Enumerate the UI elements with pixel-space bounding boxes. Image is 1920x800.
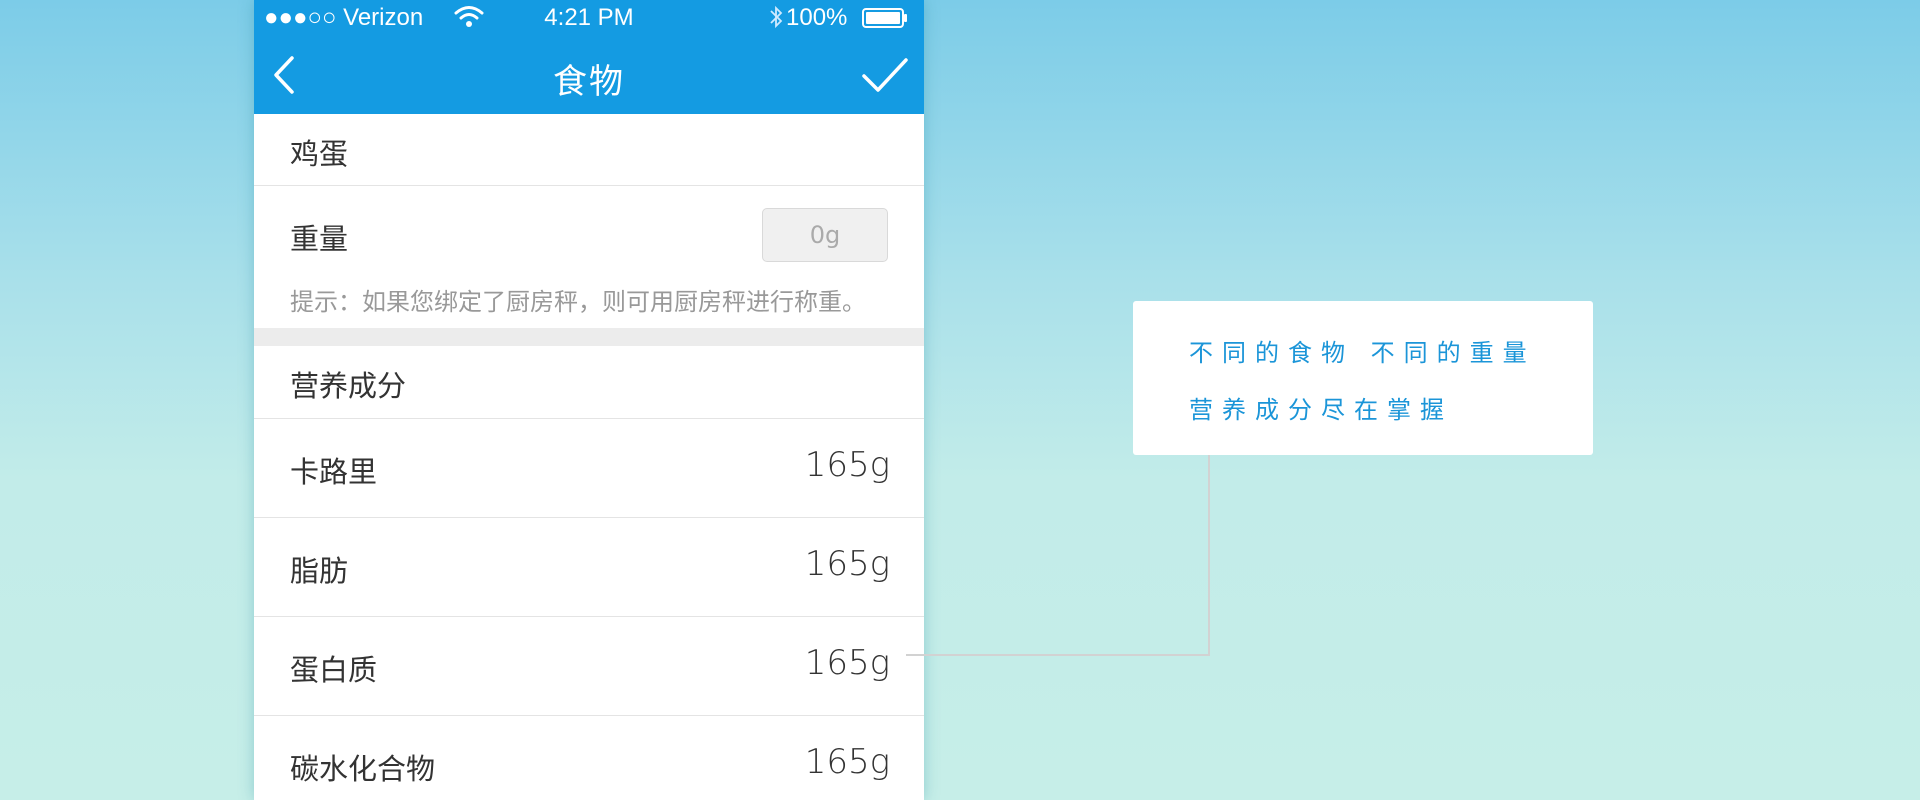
status-bar: ●●●○○ Verizon 4:21 PM 100% — [254, 0, 924, 36]
nutrition-row-calories: 卡路里 165g — [254, 419, 924, 518]
weight-input[interactable] — [762, 208, 888, 262]
nutrition-row-fat: 脂肪 165g — [254, 518, 924, 617]
nutrition-header: 营养成分 — [290, 369, 407, 403]
checkmark-icon[interactable] — [860, 56, 910, 96]
weight-hint: 提示：如果您绑定了厨房秤，则可用厨房秤进行称重。 — [290, 288, 866, 316]
bluetooth-icon — [770, 5, 783, 29]
battery-percent: 100% — [786, 4, 848, 31]
nutrition-value: 165g — [804, 544, 890, 584]
callout-line-2: 营养成分尽在掌握 — [1189, 396, 1453, 424]
section-divider — [254, 328, 924, 346]
nav-bar: 食物 — [254, 36, 924, 114]
nutrition-label: 蛋白质 — [290, 653, 378, 687]
nutrition-label: 碳水化合物 — [290, 752, 436, 786]
phone-screen: ●●●○○ Verizon 4:21 PM 100% 食物 鸡蛋 重量 提示 — [254, 0, 924, 800]
nutrition-value: 165g — [804, 643, 890, 683]
nutrition-row-carbs: 碳水化合物 165g — [254, 716, 924, 800]
page-title: 食物 — [553, 62, 625, 102]
battery-icon — [862, 8, 907, 28]
nutrition-row-protein: 蛋白质 165g — [254, 617, 924, 716]
nutrition-value: 165g — [804, 742, 890, 782]
feature-callout: 不同的食物 不同的重量 营养成分尽在掌握 — [1133, 301, 1593, 455]
nutrition-label: 卡路里 — [290, 455, 378, 489]
nutrition-label: 脂肪 — [290, 554, 349, 588]
nutrition-header-row: 营养成分 — [254, 346, 924, 419]
nutrition-value: 165g — [804, 445, 890, 485]
weight-label: 重量 — [290, 222, 349, 256]
food-name-row: 鸡蛋 — [254, 114, 924, 186]
food-name: 鸡蛋 — [290, 137, 349, 171]
callout-line-1: 不同的食物 不同的重量 — [1189, 339, 1536, 367]
